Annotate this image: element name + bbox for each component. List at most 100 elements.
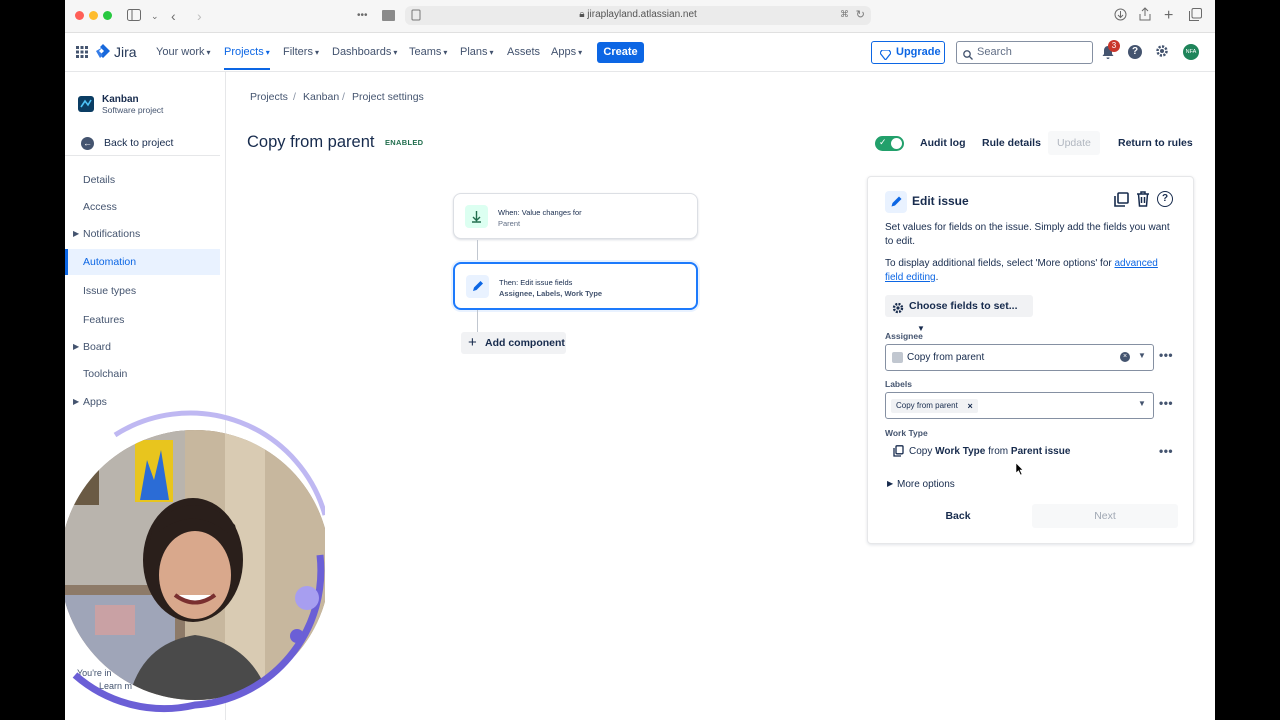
downloads-icon[interactable] (1114, 6, 1127, 26)
gear-icon (892, 300, 904, 322)
clear-icon[interactable]: × (1120, 352, 1130, 362)
back-label: Back to project (104, 137, 174, 149)
return-to-rules-button[interactable]: Return to rules (1118, 137, 1193, 149)
user-avatar-icon (892, 352, 903, 363)
close-window-button[interactable] (75, 11, 84, 20)
chevron-down-icon[interactable]: ▼ (1138, 351, 1146, 360)
worktype-copy: Copy (909, 446, 933, 457)
label-chip-text: Copy from parent (896, 401, 958, 410)
address-bar[interactable]: 🔒︎ jiraplayland.atlassian.net ⌘ ↻ (405, 6, 871, 25)
labels-label: Labels (885, 379, 912, 389)
chevron-down-icon: ▾ (393, 48, 398, 57)
panel-more-info: To display additional fields, select 'Mo… (885, 257, 1175, 285)
help-icon[interactable]: ? (1128, 45, 1142, 59)
nav-your-work[interactable]: Your work ▾ (156, 46, 211, 58)
worktype-label: Work Type (885, 428, 928, 438)
nav-assets[interactable]: Assets (507, 46, 540, 58)
app-switcher-icon[interactable] (76, 46, 88, 61)
help-icon[interactable]: ? (1157, 191, 1173, 207)
add-component-button[interactable]: + Add component (461, 332, 566, 354)
page-title[interactable]: Copy from parent (247, 133, 374, 152)
pencil-icon (466, 275, 489, 298)
sidebar-item-board[interactable]: ▶ Board (65, 334, 220, 360)
chevron-down-icon[interactable]: ▼ (1138, 399, 1146, 408)
rule-enabled-toggle[interactable]: ✓ (875, 136, 904, 151)
action-title: Then: Edit issue fields (499, 278, 573, 287)
breadcrumb-projects[interactable]: Projects (250, 91, 288, 103)
nav-projects[interactable]: Projects ▾ (224, 46, 270, 70)
jira-logo-icon[interactable] (96, 44, 110, 62)
remove-label-icon[interactable]: × (968, 399, 973, 413)
search-icon (963, 47, 973, 68)
project-type: Software project (102, 105, 164, 115)
project-avatar (78, 96, 94, 112)
nav-apps[interactable]: Apps ▾ (551, 46, 582, 58)
minimize-window-button[interactable] (89, 11, 98, 20)
project-name[interactable]: Kanban (102, 94, 139, 105)
chevron-down-icon: ▾ (578, 48, 583, 57)
assignee-select[interactable]: Copy from parent × ▼ (885, 344, 1154, 371)
new-tab-icon[interactable]: + (1164, 6, 1173, 26)
nav-label: Plans (460, 46, 488, 58)
chevron-right-icon[interactable]: ▶ (887, 479, 893, 488)
search-input[interactable]: Search (956, 41, 1093, 64)
settings-gear-icon[interactable] (1155, 44, 1169, 61)
rule-details-button[interactable]: Rule details (982, 137, 1041, 149)
more-icon[interactable]: ••• (357, 6, 368, 26)
arrow-left-icon: ← (81, 137, 94, 150)
webcam-video (65, 410, 328, 713)
nav-plans[interactable]: Plans ▾ (460, 46, 494, 58)
url-text: 🔒︎ jiraplayland.atlassian.net (405, 9, 871, 20)
tab-overview-icon[interactable] (382, 6, 395, 26)
update-button[interactable]: Update (1057, 137, 1091, 149)
back-arrow-icon[interactable]: ‹ (171, 6, 176, 26)
trigger-component-card[interactable]: When: Value changes for Parent (453, 193, 698, 239)
audit-log-button[interactable]: Audit log (920, 137, 966, 149)
assignee-more-icon[interactable]: ••• (1159, 348, 1173, 362)
nav-label: Teams (409, 46, 442, 58)
nav-teams[interactable]: Teams ▾ (409, 46, 447, 58)
share-icon[interactable] (1139, 6, 1151, 26)
sidebar-toggle-icon[interactable] (127, 6, 141, 26)
sidebar-item-notifications[interactable]: ▶ Notifications (65, 221, 220, 247)
labels-select[interactable]: Copy from parent × ▼ (885, 392, 1154, 419)
sidebar-item-features[interactable]: Features (65, 307, 220, 333)
more-options-toggle[interactable]: More options (897, 479, 955, 490)
upgrade-button[interactable]: Upgrade (871, 41, 945, 64)
breadcrumb-project-settings[interactable]: Project settings (352, 91, 424, 103)
pencil-icon (885, 191, 907, 213)
trash-icon[interactable] (1136, 191, 1150, 210)
sidebar-item-label: Toolchain (83, 368, 128, 380)
translate-icon[interactable]: ⌘ (840, 9, 849, 20)
worktype-source: Parent issue (1010, 446, 1071, 457)
next-button[interactable]: Next (1032, 504, 1178, 528)
choose-fields-button[interactable]: Choose fields to set... ▼ (885, 295, 1033, 333)
sidebar-item-issue-types[interactable]: Issue types (65, 278, 220, 304)
breadcrumb-kanban[interactable]: Kanban (303, 91, 339, 103)
nav-label: Apps (551, 46, 577, 58)
tabs-icon[interactable] (1189, 6, 1202, 26)
back-button[interactable]: Back (908, 504, 1008, 528)
avatar[interactable]: NFA (1183, 44, 1199, 60)
nav-dashboards[interactable]: Dashboards ▾ (332, 46, 397, 58)
status-badge: ENABLED (385, 138, 424, 147)
forward-arrow-icon[interactable]: › (197, 6, 202, 26)
zoom-window-button[interactable] (103, 11, 112, 20)
chevron-down-icon: ▾ (489, 48, 494, 57)
panel-description: Set values for fields on the issue. Simp… (885, 222, 1170, 247)
sidebar-item-details[interactable]: Details (65, 167, 220, 193)
sidebar-item-access[interactable]: Access (65, 194, 220, 220)
nav-filters[interactable]: Filters ▾ (283, 46, 319, 58)
jira-brand[interactable]: Jira (114, 44, 137, 60)
create-button[interactable]: Create (597, 42, 644, 63)
back-to-project-link[interactable]: ← Back to project (65, 130, 220, 156)
sidebar-item-toolchain[interactable]: Toolchain (65, 361, 220, 387)
sidebar-item-automation[interactable]: Automation (65, 249, 220, 275)
search-placeholder: Search (977, 46, 1012, 58)
action-component-card[interactable]: Then: Edit issue fields Assignee, Labels… (453, 262, 698, 310)
worktype-more-icon[interactable]: ••• (1159, 444, 1173, 458)
labels-more-icon[interactable]: ••• (1159, 396, 1173, 410)
chevron-down-icon[interactable]: ⌄ (151, 6, 159, 26)
copy-icon[interactable] (1114, 192, 1129, 210)
reload-icon[interactable]: ↻ (856, 8, 865, 21)
